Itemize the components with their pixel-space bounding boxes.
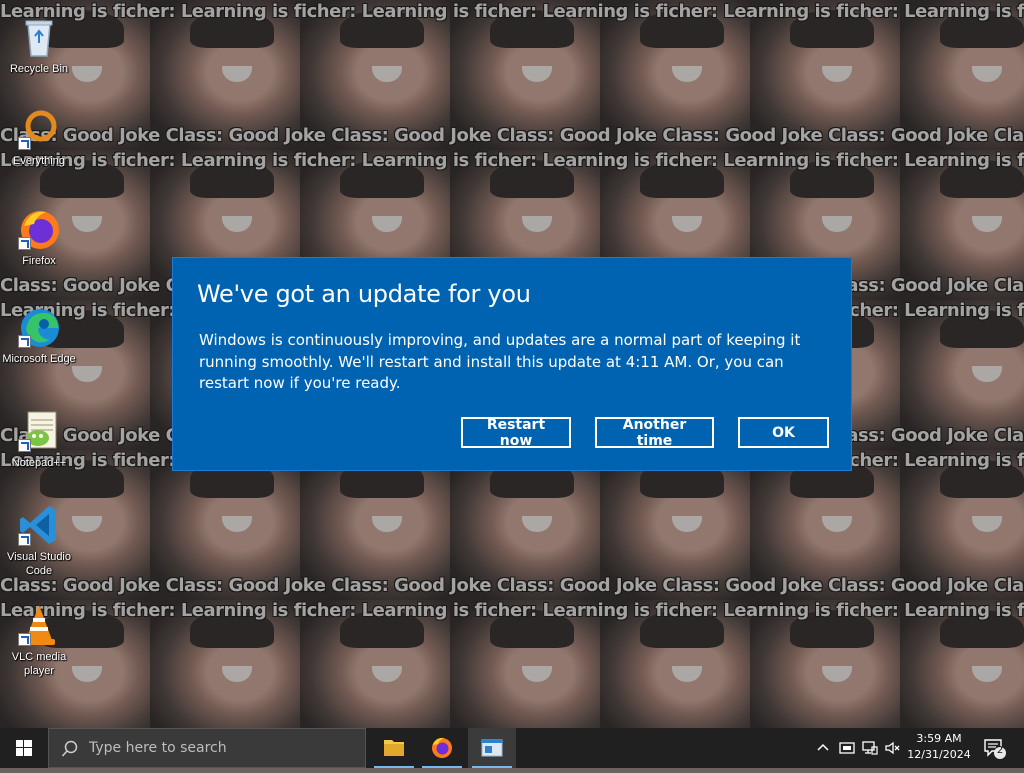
desktop-icon-label: Firefox [22, 255, 56, 267]
desktop-icon-label: Notepad++ [11, 457, 67, 469]
dialog-title: We've got an update for you [197, 280, 531, 308]
display-icon[interactable] [861, 739, 879, 757]
desktop-icon-recycle-bin[interactable]: Recycle Bin [2, 14, 76, 76]
clock-date: 12/31/2024 [907, 748, 971, 761]
desktop-icon-vscode[interactable]: Visual Studio Code [2, 502, 76, 578]
desktop-icon-label: Recycle Bin [9, 63, 69, 75]
shortcut-arrow-icon [18, 137, 31, 150]
restart-now-button[interactable]: Restart now [461, 417, 571, 449]
another-time-button[interactable]: Another time [595, 417, 714, 449]
taskbar-search-box[interactable]: Type here to search [48, 728, 366, 768]
vlc-icon [16, 602, 62, 648]
clock-time: 3:59 AM [916, 732, 962, 745]
desktop-icon-firefox[interactable]: Firefox [2, 206, 76, 268]
vscode-icon [16, 502, 62, 548]
everything-search-icon [16, 106, 62, 152]
taskbar-clock[interactable]: 3:59 AM 12/31/2024 [904, 731, 974, 763]
firefox-icon [16, 206, 62, 252]
desktop-icon-everything[interactable]: Everything [2, 106, 76, 168]
windows-logo-icon [16, 740, 32, 756]
notification-count: 2 [996, 745, 1004, 756]
desktop-icon-label: VLC media player [11, 651, 67, 677]
shortcut-arrow-icon [18, 533, 31, 546]
shortcut-arrow-icon [18, 335, 31, 348]
notepad-plus-plus-icon [16, 408, 62, 454]
desktop-icon-label: Microsoft Edge [2, 353, 76, 365]
desktop-icon-label: Visual Studio Code [6, 551, 71, 577]
recycle-bin-icon [16, 14, 62, 60]
start-button[interactable] [0, 728, 48, 768]
dialog-message: Windows is continuously improving, and u… [199, 331, 801, 392]
update-dialog: We've got an update for you Windows is c… [172, 257, 852, 471]
shortcut-arrow-icon [18, 633, 31, 646]
chevron-up-icon[interactable] [814, 739, 832, 757]
search-placeholder: Type here to search [89, 740, 227, 756]
shortcut-arrow-icon [18, 439, 31, 452]
shortcut-arrow-icon [18, 237, 31, 250]
notepad-window-icon [481, 739, 503, 757]
network-icon[interactable] [838, 739, 856, 757]
ok-button[interactable]: OK [738, 417, 829, 448]
taskbar-app-firefox[interactable] [418, 728, 466, 768]
notification-center-button[interactable]: 2 [980, 736, 1008, 760]
desktop-icon-vlc[interactable]: VLC media player [2, 602, 76, 678]
desktop-icon-edge[interactable]: Microsoft Edge [2, 304, 76, 366]
taskbar-app-file-explorer[interactable] [370, 728, 418, 768]
desktop-icon-notepad-plus-plus[interactable]: Notepad++ [2, 408, 76, 470]
file-explorer-icon [384, 740, 404, 756]
taskbar-app-window[interactable] [468, 728, 516, 768]
edge-icon [16, 304, 62, 350]
speaker-muted-icon[interactable] [884, 739, 902, 757]
desktop-icon-label: Everything [13, 155, 65, 167]
firefox-icon [432, 737, 452, 758]
taskbar: Type here to search 3:59 AM 12/31/2024 2 [0, 728, 1024, 768]
search-icon [61, 740, 78, 757]
